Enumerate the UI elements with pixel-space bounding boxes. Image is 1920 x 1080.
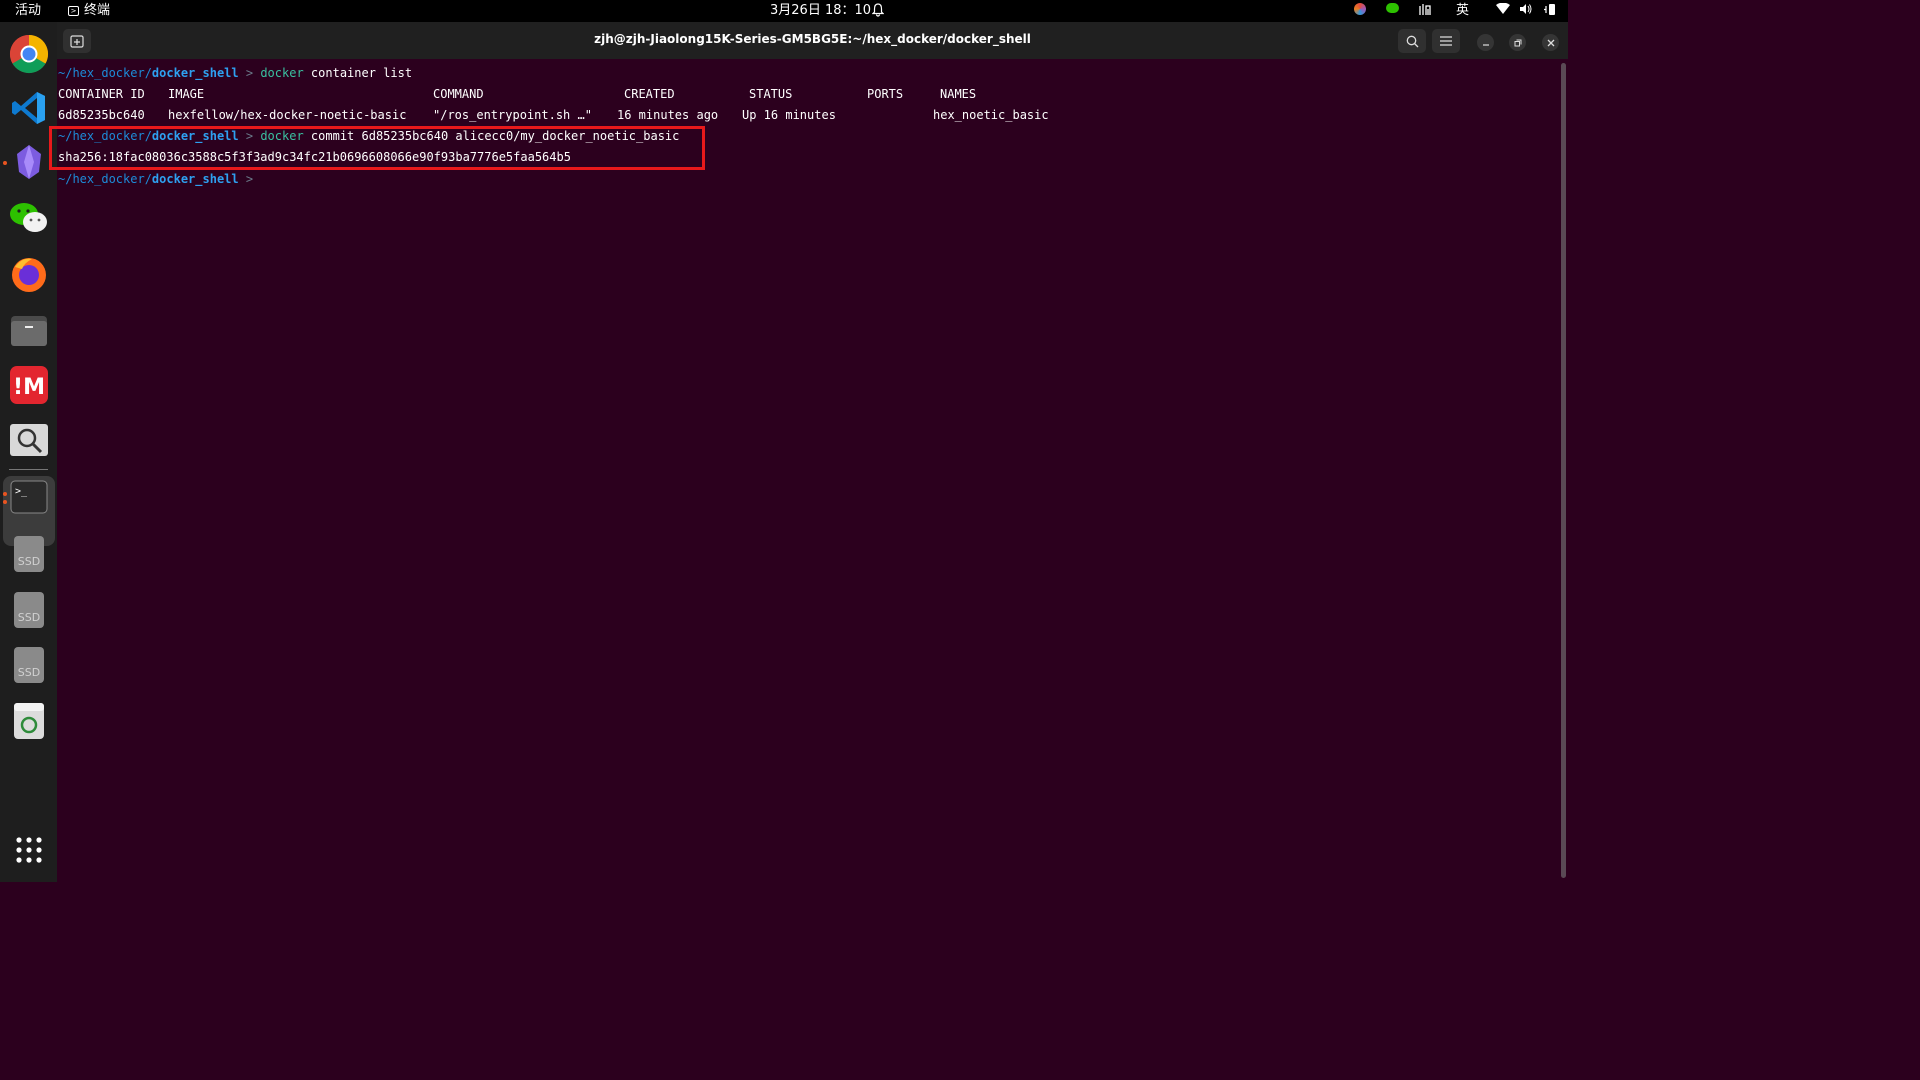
top-bar: 活动 > 终端 3月26日 18：10 英 (0, 0, 1568, 22)
prompt-dir: docker_shell (152, 172, 239, 186)
header-names: NAMES (940, 84, 976, 105)
ssd-drive-launcher[interactable]: SSD (9, 645, 49, 685)
wechat-launcher[interactable] (9, 198, 49, 238)
folder-icon (10, 313, 48, 347)
vscode-icon (11, 90, 47, 126)
volume-icon[interactable] (1519, 3, 1532, 19)
prompt-path: ~/hex_docker/ (58, 172, 152, 186)
files-launcher[interactable] (9, 310, 49, 350)
svg-text:>_: >_ (15, 486, 28, 497)
prompt-line: ~/hex_docker/docker_shell > docker commi… (58, 126, 679, 147)
prompt-line: ~/hex_docker/docker_shell > (58, 169, 253, 190)
terminal-scrollbar[interactable] (1561, 63, 1566, 878)
app-name: 终端 (84, 3, 110, 19)
ssd-drive-icon: SSD (13, 535, 45, 573)
hamburger-menu-icon (1440, 36, 1452, 46)
input-language-indicator[interactable]: 英 (1456, 3, 1469, 19)
commit-sha-output: sha256:18fac08036c3588c5f3f3ad9c34fc21b0… (58, 147, 571, 168)
close-button[interactable] (1542, 34, 1559, 51)
app-menu[interactable]: > 终端 (68, 3, 110, 19)
command-word: docker (260, 129, 303, 143)
cell-names: hex_noetic_basic (933, 105, 1049, 126)
svg-text:SSD: SSD (18, 666, 40, 679)
wifi-icon[interactable] (1496, 3, 1510, 19)
header-status: STATUS (749, 84, 792, 105)
chrome-icon (9, 34, 49, 74)
dock-separator (9, 469, 48, 470)
trash-launcher[interactable] (9, 701, 49, 741)
header-command: COMMAND (433, 84, 484, 105)
prompt-arrow: > (246, 172, 253, 186)
ime-launcher[interactable]: !M (9, 365, 49, 405)
terminal-launcher[interactable]: >_ (9, 477, 49, 517)
running-indicator (3, 492, 7, 496)
firefox-launcher[interactable] (9, 254, 49, 294)
search-button[interactable] (1398, 29, 1426, 53)
ssd-drive-launcher[interactable]: SSD (9, 590, 49, 630)
vscode-launcher[interactable] (9, 88, 49, 128)
ssd-drive-icon: SSD (13, 646, 45, 684)
colorful-app-tray-icon[interactable] (1354, 3, 1366, 19)
header-container-id: CONTAINER ID (58, 84, 145, 105)
obsidian-launcher[interactable] (9, 142, 49, 182)
obsidian-icon (12, 144, 46, 180)
svg-text:!M: !M (13, 375, 45, 400)
search-icon (1406, 35, 1419, 48)
wechat-icon (9, 200, 49, 236)
prompt-line: ~/hex_docker/docker_shell > docker conta… (58, 63, 412, 84)
prompt-path: ~/hex_docker/ (58, 129, 152, 143)
minimize-icon (1482, 39, 1490, 47)
trash-icon (13, 702, 45, 740)
cell-created: 16 minutes ago (617, 105, 718, 126)
running-indicator (3, 500, 7, 504)
wechat-tray-icon[interactable] (1386, 3, 1399, 19)
chrome-launcher[interactable] (9, 34, 49, 74)
activities-button[interactable]: 活动 (15, 3, 41, 19)
show-apps-button[interactable] (9, 830, 49, 870)
notification-bell-icon[interactable] (872, 3, 884, 22)
image-viewer-launcher[interactable] (9, 420, 49, 460)
terminal-titlebar: zjh@zjh-Jiaolong15K-Series-GM5BG5E:~/hex… (57, 22, 1568, 59)
header-ports: PORTS (867, 84, 903, 105)
power-battery-icon[interactable] (1543, 3, 1557, 19)
terminal-icon: >_ (10, 480, 48, 514)
running-indicator (3, 161, 7, 165)
minimize-button[interactable] (1477, 34, 1494, 51)
firefox-icon (10, 255, 48, 293)
command-word: docker (260, 66, 303, 80)
header-created: CREATED (624, 84, 675, 105)
header-image: IMAGE (168, 84, 204, 105)
ssd-drive-launcher[interactable]: SSD (9, 534, 49, 574)
terminal-icon: > (68, 6, 79, 16)
prompt-arrow: > (246, 66, 253, 80)
command-args: commit 6d85235bc640 alicecc0/my_docker_n… (311, 129, 679, 143)
terminal-output[interactable]: ~/hex_docker/docker_shell > docker conta… (57, 59, 1568, 882)
prompt-path: ~/hex_docker/ (58, 66, 152, 80)
menu-button[interactable] (1432, 29, 1460, 53)
cell-command: "/ros_entrypoint.sh …" (433, 105, 592, 126)
prompt-dir: docker_shell (152, 129, 239, 143)
cell-image: hexfellow/hex-docker-noetic-basic (168, 105, 406, 126)
cell-status: Up 16 minutes (742, 105, 836, 126)
prompt-arrow: > (246, 129, 253, 143)
window-title: zjh@zjh-Jiaolong15K-Series-GM5BG5E:~/hex… (57, 32, 1568, 46)
command-args: container list (311, 66, 412, 80)
app-grid-icon (15, 836, 43, 864)
im-app-icon: !M (10, 366, 48, 404)
ssd-drive-icon: SSD (13, 591, 45, 629)
restore-button[interactable] (1509, 34, 1526, 51)
svg-text:SSD: SSD (18, 555, 40, 568)
clock[interactable]: 3月26日 18：10 (770, 3, 871, 19)
cell-container-id: 6d85235bc640 (58, 105, 145, 126)
close-icon (1547, 39, 1555, 47)
svg-text:SSD: SSD (18, 611, 40, 624)
restore-icon (1514, 39, 1522, 47)
prompt-dir: docker_shell (152, 66, 239, 80)
magnifier-icon (10, 423, 48, 457)
input-method-icon[interactable] (1419, 3, 1433, 19)
